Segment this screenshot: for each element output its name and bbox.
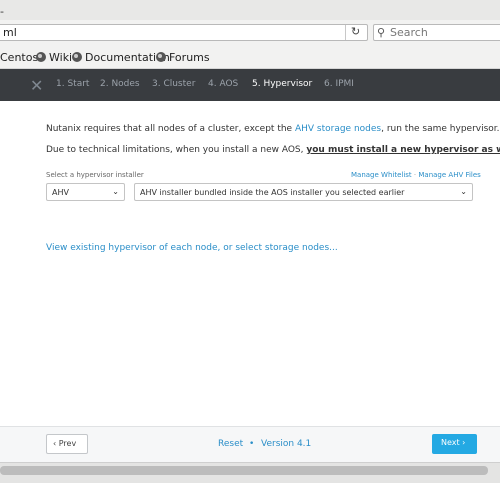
globe-icon [156, 52, 166, 62]
install-warning-emphasis: you must install a new hypervisor as wel… [306, 145, 500, 155]
next-button[interactable]: Next › [432, 434, 477, 454]
step-hypervisor[interactable]: 5. Hypervisor [252, 79, 312, 89]
step-start[interactable]: 1. Start [56, 79, 89, 89]
ahv-storage-nodes-link[interactable]: AHV storage nodes [295, 124, 381, 134]
titlebar-dash: - [0, 5, 4, 18]
browser-search-input[interactable]: ⚲ Search [373, 24, 500, 41]
bookmarks-bar: Centos Wiki Documentation Forums [0, 46, 500, 69]
install-warning-text: Due to technical limitations, when you i… [46, 145, 500, 155]
link-separator: · [413, 171, 417, 179]
hypervisor-select[interactable]: AHV ⌄ [46, 183, 125, 201]
hypervisor-requirement-text: Nutanix requires that all nodes of a clu… [46, 124, 500, 134]
globe-icon [72, 52, 82, 62]
url-divider [345, 25, 346, 40]
installer-select-value: AHV installer bundled inside the AOS ins… [140, 188, 405, 197]
search-placeholder: Search [390, 26, 428, 39]
manage-whitelist-link[interactable]: Manage Whitelist [351, 171, 412, 179]
reset-link[interactable]: Reset [218, 439, 243, 449]
hypervisor-select-value: AHV [52, 188, 69, 197]
wizard-step-bar: ✕ 1. Start 2. Nodes 3. Cluster 4. AOS 5.… [0, 69, 500, 101]
search-icon: ⚲ [377, 26, 386, 39]
installer-select[interactable]: AHV installer bundled inside the AOS ins… [134, 183, 473, 201]
nutanix-logo-icon: ✕ [30, 76, 44, 95]
bookmark-forums[interactable]: Forums [156, 51, 210, 64]
horizontal-scrollbar[interactable] [0, 466, 488, 475]
bookmark-centos[interactable]: Centos [0, 51, 38, 64]
chevron-down-icon: ⌄ [112, 187, 119, 196]
manage-links: Manage Whitelist · Manage AHV Files [351, 171, 481, 179]
manage-ahv-files-link[interactable]: Manage AHV Files [418, 171, 480, 179]
url-bar[interactable]: ml ↻ [0, 24, 368, 41]
step-cluster[interactable]: 3. Cluster [152, 79, 195, 89]
footer-separator: • [249, 439, 255, 449]
view-existing-hypervisor-link[interactable]: View existing hypervisor of each node, o… [46, 243, 338, 253]
globe-icon [36, 52, 46, 62]
chevron-down-icon: ⌄ [460, 187, 467, 196]
prev-button[interactable]: ‹ Prev [46, 434, 88, 454]
reload-icon[interactable]: ↻ [351, 25, 360, 38]
step-ipmi[interactable]: 6. IPMI [324, 79, 354, 89]
step-aos[interactable]: 4. AOS [208, 79, 238, 89]
step-nodes[interactable]: 2. Nodes [100, 79, 140, 89]
url-text[interactable]: ml [3, 26, 17, 39]
hypervisor-panel: Nutanix requires that all nodes of a clu… [0, 101, 500, 426]
wizard-footer: ‹ Prev Reset • Version 4.1 Next › [0, 426, 500, 463]
prev-button-label: ‹ Prev [53, 439, 77, 448]
window-titlebar: - [0, 0, 500, 21]
select-installer-label: Select a hypervisor installer [46, 171, 144, 179]
next-button-label: Next › [441, 438, 466, 447]
bookmark-wiki[interactable]: Wiki [36, 51, 72, 64]
version-link[interactable]: Version 4.1 [261, 439, 311, 449]
